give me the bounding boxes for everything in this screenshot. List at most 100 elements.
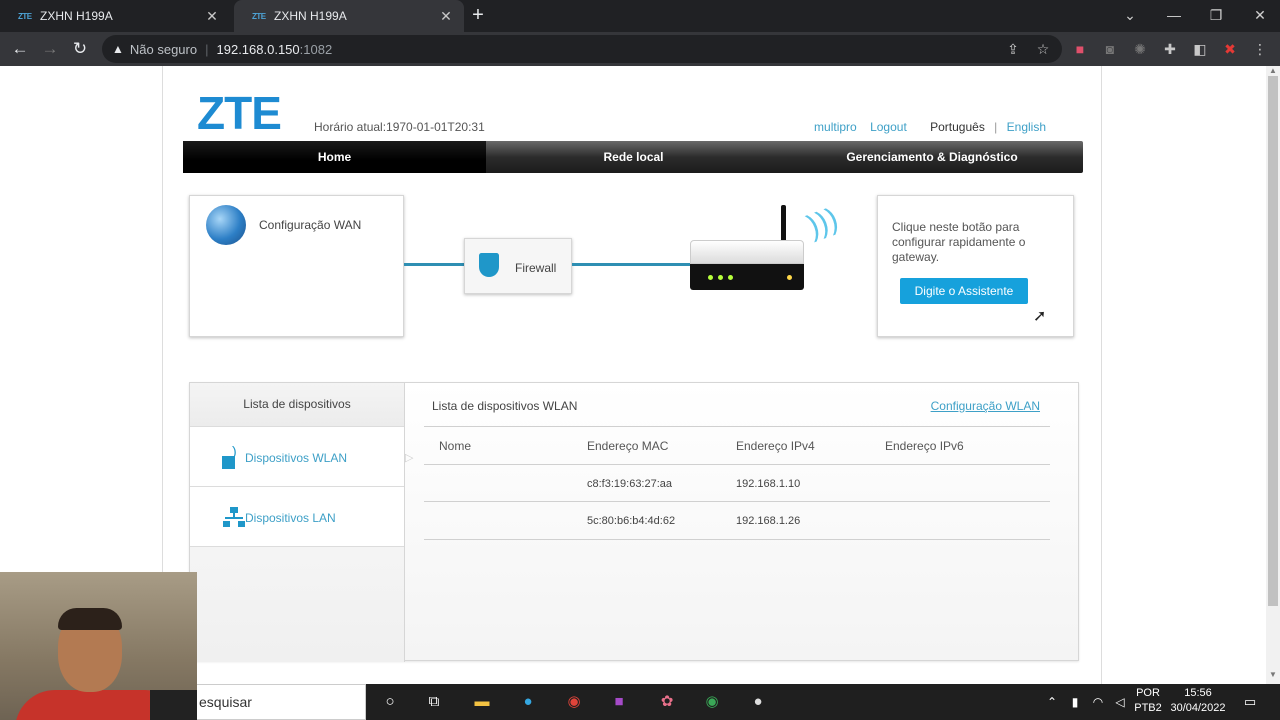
browser-menu-icon[interactable]: ⋮ [1251,40,1269,58]
sidebar-item-wlan-devices[interactable]: ) Dispositivos WLAN [190,427,404,487]
tab-strip: ZTE ZXHN H199A ✕ ZTE ZXHN H199A ✕ + ⌄ — … [0,0,1280,32]
table-divider [424,464,1050,465]
notifications-icon[interactable]: ▭ [1238,691,1262,713]
new-tab-plus-icon[interactable]: + [468,5,488,25]
side-panel-icon[interactable]: ◧ [1191,40,1209,58]
extensions-puzzle-icon[interactable]: ✚ [1161,40,1179,58]
app-dark-icon[interactable]: ● [746,691,770,713]
restore-icon[interactable]: ❐ [1196,0,1236,30]
table-cell-ipv4: 192.168.1.10 [736,478,801,490]
webcam-overlay [0,572,197,720]
logout-link[interactable]: Logout [870,120,907,134]
router-led [708,275,713,280]
zte-logo: ZTE [197,87,282,139]
table-cell-ipv4: 192.168.1.26 [736,515,801,527]
menu-local-network[interactable]: Rede local [486,141,781,173]
globe-icon [206,205,246,245]
share-icon[interactable]: ⇪ [1004,40,1022,58]
wlan-list-title: Lista de dispositivos WLAN [432,399,578,413]
onenote-icon[interactable]: ■ [607,691,631,713]
scroll-up-icon[interactable]: ▲ [1266,66,1280,75]
device-list-panel: Lista de dispositivos ) Dispositivos WLA… [189,382,1079,662]
shield-icon [479,253,499,277]
browser-tab-active[interactable]: ZTE ZXHN H199A ✕ [234,0,464,32]
language-code: POR [1136,687,1160,699]
app-icon[interactable]: ✿ [655,691,679,713]
security-label[interactable]: Não seguro [130,42,197,57]
firewall-label: Firewall [515,261,557,275]
task-view-icon[interactable]: ⧉ [422,691,446,713]
tray-chevron-up-icon[interactable]: ⌃ [1040,691,1064,713]
clock-time: 15:56 [1184,687,1212,699]
url-port: :1082 [299,41,333,57]
camera-icon[interactable]: ◙ [1101,40,1119,58]
wifi-waves-icon: ) [232,443,237,459]
router-antenna [781,205,786,243]
table-cell-mac: 5c:80:b6:b4:4d:62 [587,515,676,527]
firewall-card[interactable]: Firewall [464,238,572,294]
menu-management-diagnostics[interactable]: Gerenciamento & Diagnóstico [781,141,1083,173]
device-list-title: Lista de dispositivos [190,383,404,427]
router-icon[interactable] [690,240,804,295]
menu-home[interactable]: Home [183,141,486,173]
file-explorer-icon[interactable]: ▬ [470,691,494,713]
extension-gray-icon[interactable]: ✺ [1131,40,1149,58]
table-divider [424,426,1050,427]
connection-line [572,263,692,266]
wan-config-label: Configuração WAN [259,218,362,232]
zte-favicon-icon: ZTE [18,11,32,21]
router-led [728,275,733,280]
telegram-icon[interactable]: ● [516,691,540,713]
top-links: multipro Logout Português | English [804,120,1046,134]
browser-toolbar: ← → ↻ ▲ Não seguro | 192.168.0.150:1082 … [0,32,1280,66]
router-led [718,275,723,280]
scroll-down-icon[interactable]: ▼ [1266,670,1280,679]
column-header-ipv4: Endereço IPv4 [736,439,815,453]
extension-red-x-icon[interactable]: ✖ [1221,40,1239,58]
lang-portuguese-link[interactable]: Português [930,120,985,134]
back-arrow-icon[interactable]: ← [10,39,30,59]
router-front [690,264,804,290]
column-header-ipv6: Endereço IPv6 [885,439,964,453]
user-link[interactable]: multipro [814,120,857,134]
language-indicator[interactable]: POR PTB2 [1133,686,1163,716]
volume-icon[interactable]: ◁ [1108,691,1132,713]
reload-icon[interactable]: ↻ [70,39,90,59]
column-header-mac: Endereço MAC [587,439,669,453]
sidebar-item-lan-devices[interactable]: Dispositivos LAN [190,487,404,547]
network-icon[interactable]: ◠ [1086,691,1110,713]
wlan-config-link[interactable]: Configuração WLAN [931,399,1040,413]
address-bar[interactable]: ▲ Não seguro | 192.168.0.150:1082 [102,35,1062,63]
tab-title: ZXHN H199A [274,9,347,23]
column-header-name: Nome [439,439,472,453]
close-tab-icon[interactable]: ✕ [204,8,220,25]
keyboard-layout: PTB2 [1134,702,1162,714]
taskbar-search-input[interactable]: esquisar [190,684,366,720]
wan-config-card[interactable]: Configuração WAN [189,195,404,337]
chrome-profile-icon[interactable]: ◉ [700,691,724,713]
cortana-circle-icon[interactable]: ○ [378,691,402,713]
minimize-icon[interactable]: — [1154,0,1194,30]
table-divider [424,501,1050,502]
close-tab-icon[interactable]: ✕ [438,8,454,25]
address-separator: | [205,41,209,57]
forward-arrow-icon[interactable]: → [40,39,60,59]
bookmark-star-icon[interactable]: ☆ [1034,40,1052,58]
webcam-person-hair [58,608,122,630]
lang-english-link[interactable]: English [1007,120,1046,134]
mouse-cursor-icon: ➚ [1033,308,1047,325]
close-window-icon[interactable]: ✕ [1240,0,1280,30]
tab-search-chevron-icon[interactable]: ⌄ [1110,0,1150,30]
extension-color-icon[interactable]: ■ [1071,40,1089,58]
browser-tab[interactable]: ZTE ZXHN H199A ✕ [0,0,230,32]
tab-title: ZXHN H199A [40,9,113,23]
device-list-sidebar: Lista de dispositivos ) Dispositivos WLA… [190,383,405,662]
taskbar-clock[interactable]: 15:56 30/04/2022 [1166,686,1230,716]
wizard-button[interactable]: Digite o Assistente [900,278,1028,304]
connection-line [404,263,464,266]
page-scrollbar[interactable]: ▲ ▼ [1266,66,1280,684]
chrome-icon[interactable]: ◉ [562,691,586,713]
webcam-background-shadow [150,690,197,720]
microphone-icon[interactable]: ▮ [1063,691,1087,713]
scrollbar-thumb[interactable] [1268,76,1278,606]
